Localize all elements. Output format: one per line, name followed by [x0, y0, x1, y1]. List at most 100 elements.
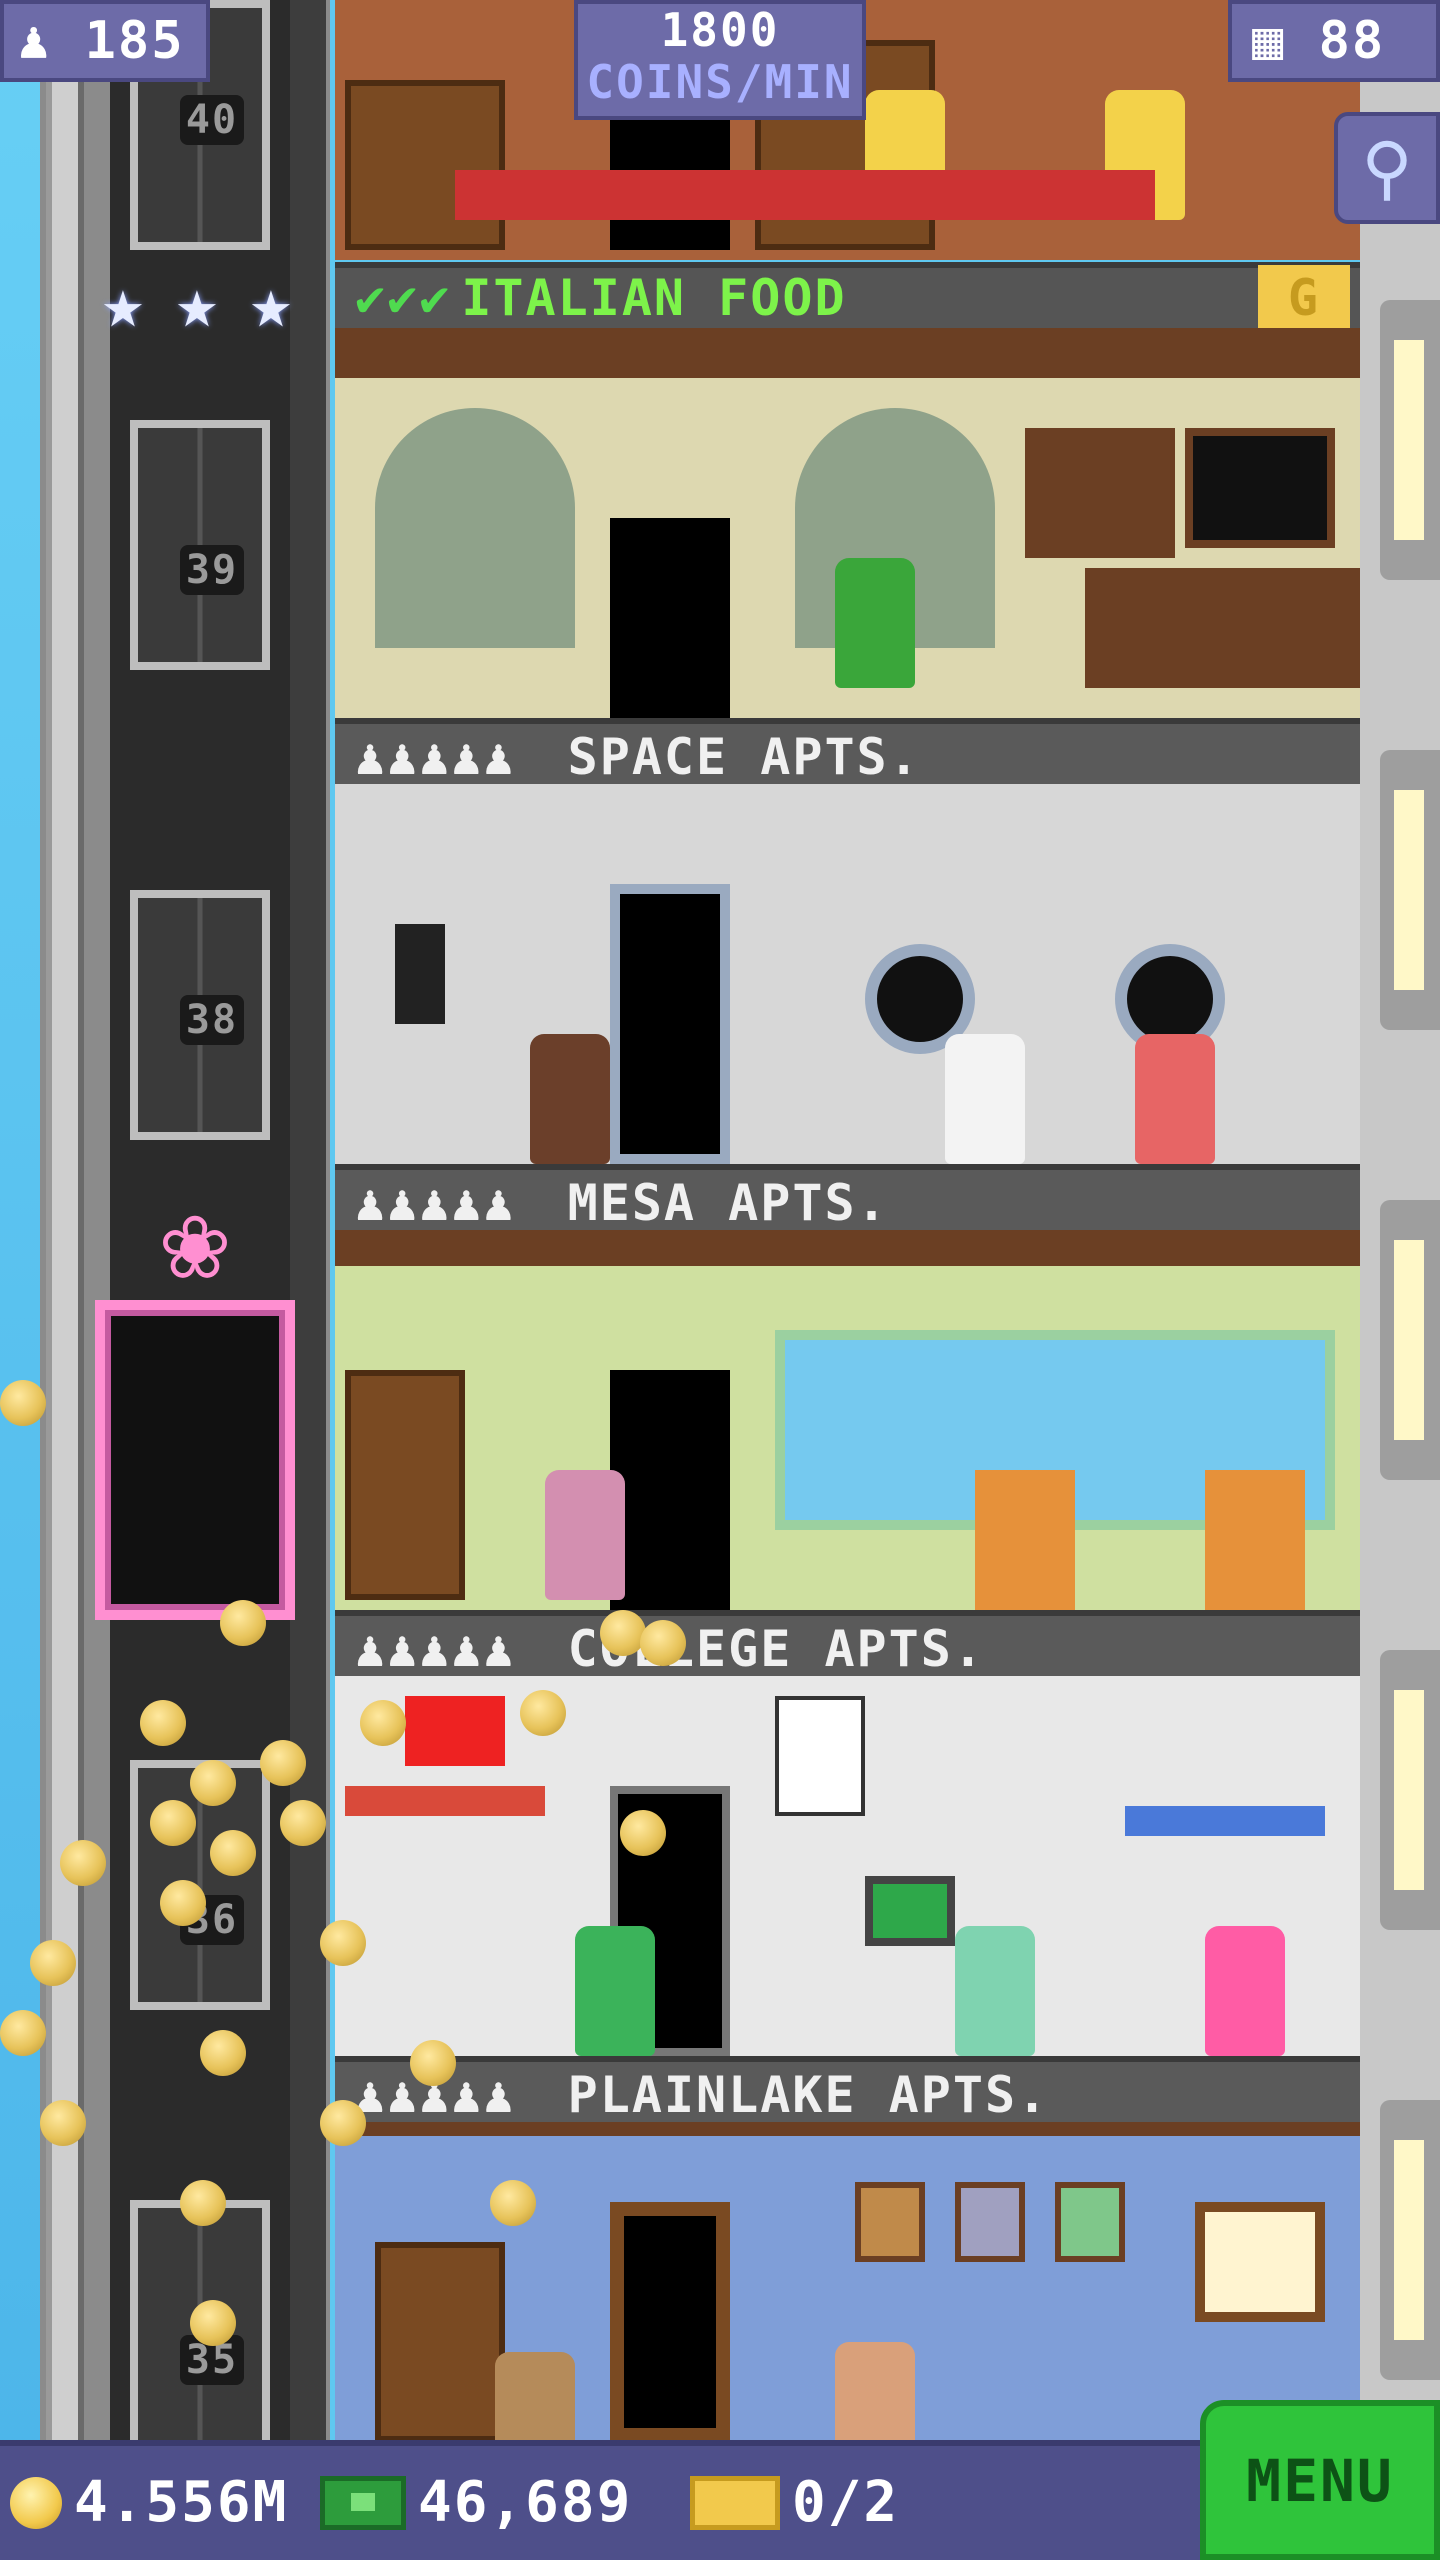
- coin-icon: [0, 2010, 46, 2056]
- menu-button[interactable]: MENU: [1200, 2400, 1440, 2560]
- coins-value: 4.556M: [74, 2470, 289, 2535]
- resident-icons: ♟♟♟♟♟: [355, 728, 516, 786]
- menu-board: [1185, 428, 1335, 548]
- bux-display[interactable]: 46,689: [320, 2446, 632, 2560]
- wall-window: [1380, 750, 1440, 1030]
- chef-person: [835, 558, 915, 688]
- floor-mesa-apts[interactable]: ♟♟♟♟♟ MESA APTS.: [335, 1164, 1360, 1610]
- mesa-door: [610, 1370, 730, 1610]
- coin-icon: [40, 2100, 86, 2146]
- tickets-display[interactable]: 0/2: [690, 2446, 899, 2560]
- coin-icon: [360, 1700, 406, 1746]
- tickets-value: 0/2: [792, 2470, 900, 2535]
- floor-space-apts[interactable]: ♟♟♟♟♟ SPACE APTS.: [335, 718, 1360, 1164]
- coin-icon: [30, 1940, 76, 1986]
- arched-window: [375, 408, 575, 648]
- floor-label-mesa-apts: ♟♟♟♟♟ MESA APTS.: [335, 1164, 1360, 1232]
- wall-window: [1380, 1200, 1440, 1480]
- shaft-rail-left: [46, 0, 84, 2440]
- coin-icon: [220, 1600, 266, 1646]
- resident-icons: ♟♟♟♟♟: [355, 1174, 516, 1232]
- floor-title: ITALIAN FOOD: [461, 269, 847, 327]
- floor-number-39: 39: [180, 545, 244, 595]
- wall-window: [1380, 1650, 1440, 1930]
- loft-bed: [345, 1786, 545, 1816]
- coin-icon: [210, 1830, 256, 1876]
- wall-window: [1380, 2100, 1440, 2380]
- coin-icon: [320, 2100, 366, 2146]
- floor-label-college-apts: ♟♟♟♟♟ COLLEGE APTS.: [335, 1610, 1360, 1678]
- coins-display[interactable]: 4.556M: [10, 2446, 288, 2560]
- tv: [865, 1876, 955, 1946]
- bux-value: 46,689: [418, 2470, 633, 2535]
- coin-icon: [280, 1800, 326, 1846]
- floor-italian-food[interactable]: ✔✔✔ ITALIAN FOOD G: [335, 262, 1360, 718]
- resident-person: [545, 1470, 625, 1600]
- elevator-car[interactable]: [95, 1300, 295, 1620]
- pennant-flag: [405, 1696, 505, 1766]
- coin-icon: [180, 2180, 226, 2226]
- coin-icon: [160, 1880, 206, 1926]
- population-counter[interactable]: ♟ 185: [0, 0, 210, 82]
- floor-number-38: 38: [180, 995, 244, 1045]
- floor-mesa-apts-room: [335, 1230, 1360, 1610]
- coin-icon: [260, 1740, 306, 1786]
- coin-icon: [60, 1840, 106, 1886]
- floor-title: PLAINLAKE APTS.: [567, 2066, 1050, 2124]
- wall-poster: [775, 1696, 865, 1816]
- counter: [455, 170, 1155, 220]
- coin-icon: [10, 2477, 62, 2529]
- coin-icon: [150, 1800, 196, 1846]
- floor-label-italian-food: ✔✔✔ ITALIAN FOOD G: [335, 262, 1360, 331]
- wine-rack: [1025, 428, 1175, 558]
- floor-space-apts-room: [335, 784, 1360, 1164]
- window: [1195, 2202, 1325, 2322]
- ceiling-beam: [335, 328, 1360, 378]
- coin-icon: [190, 1760, 236, 1806]
- coin-icon: [490, 2180, 536, 2226]
- bar-counter: [1085, 568, 1360, 688]
- magnifier-search-button[interactable]: ⚲: [1334, 112, 1440, 224]
- coins-per-minute-label: COINS/MIN: [586, 55, 854, 109]
- floor-plainlake-apts[interactable]: ♟♟♟♟♟ PLAINLAKE APTS.: [335, 2056, 1360, 2440]
- floor-plainlake-apts-room: [335, 2122, 1360, 2440]
- wall-window: [1380, 300, 1440, 580]
- picture-frame: [1055, 2182, 1125, 2262]
- resident-person: [495, 2352, 575, 2440]
- star-icon: ★: [101, 262, 145, 344]
- armchair: [975, 1470, 1075, 1610]
- elevator-stars: ★ ★ ★: [90, 262, 304, 344]
- tower-bux-icon: [320, 2476, 406, 2530]
- floor-title: SPACE APTS.: [567, 728, 921, 786]
- coin-icon: [600, 1610, 646, 1656]
- star-icon: ★: [249, 262, 293, 344]
- resident-person: [1135, 1034, 1215, 1164]
- gold-badge-icon[interactable]: G: [1257, 265, 1350, 331]
- search-icon: ⚲: [1361, 127, 1413, 209]
- coin-icon: [620, 1810, 666, 1856]
- picture-frame: [855, 2182, 925, 2262]
- floor-number-40: 40: [180, 95, 244, 145]
- resident-icons: ♟♟♟♟♟: [355, 1620, 516, 1678]
- golden-ticket-icon: [690, 2476, 780, 2530]
- building-icon: ▦: [1252, 11, 1286, 71]
- floor-label-plainlake-apts: ♟♟♟♟♟ PLAINLAKE APTS.: [335, 2056, 1360, 2124]
- floor-count-display[interactable]: ▦ 88: [1228, 0, 1440, 82]
- coins-per-minute-value: 1800: [660, 3, 780, 57]
- ceiling-beam: [335, 2122, 1360, 2136]
- coins-per-minute-display: 1800 COINS/MIN: [574, 0, 866, 120]
- resident-person: [575, 1926, 655, 2056]
- space-door: [610, 884, 730, 1164]
- resident-person: [1205, 1926, 1285, 2056]
- floor-college-apts[interactable]: ♟♟♟♟♟ COLLEGE APTS.: [335, 1610, 1360, 2056]
- population-value: 185: [84, 11, 185, 71]
- gift-bow-icon: ❀: [161, 1176, 229, 1304]
- loft-bed: [1125, 1806, 1325, 1836]
- person-icon: ♟: [18, 11, 52, 71]
- bookshelf: [375, 2242, 505, 2440]
- resident-person: [945, 1034, 1025, 1164]
- resident-person: [530, 1034, 610, 1164]
- bakery-shelf: [345, 80, 505, 250]
- coin-icon: [520, 1690, 566, 1736]
- coin-icon: [200, 2030, 246, 2076]
